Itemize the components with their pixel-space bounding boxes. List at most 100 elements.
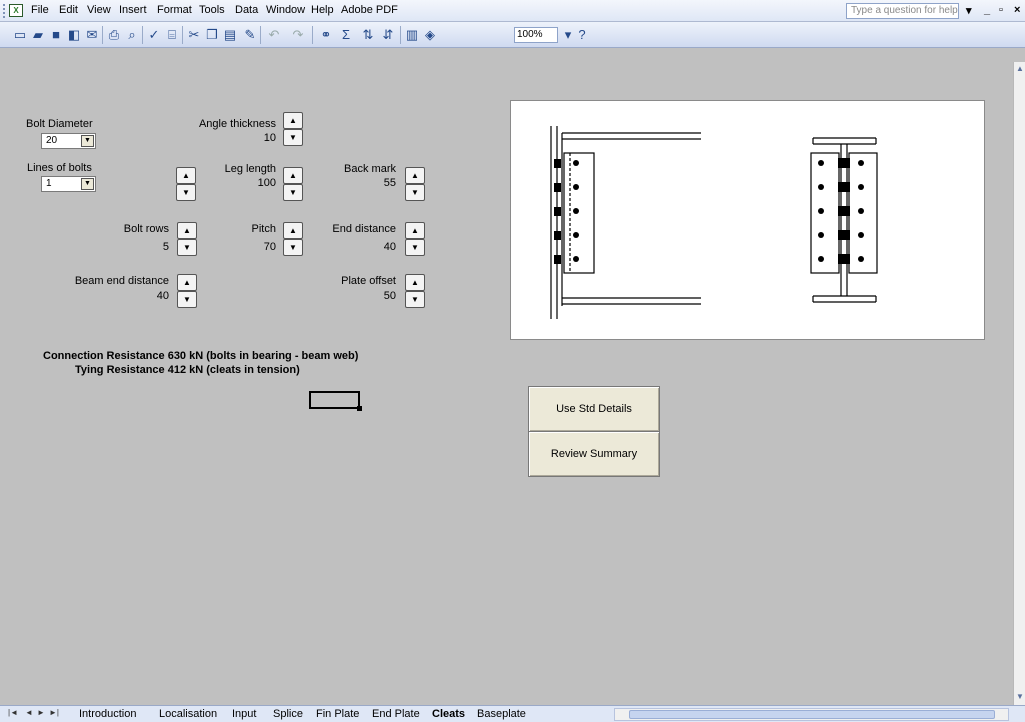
- menu-format[interactable]: Format: [157, 4, 192, 16]
- copy-icon[interactable]: ❐: [204, 27, 220, 43]
- fill-handle[interactable]: [357, 406, 362, 411]
- lines-of-bolts-spinner[interactable]: ▲ ▼: [176, 167, 196, 201]
- first-sheet-icon[interactable]: |◄: [8, 708, 18, 717]
- angle-thickness-spinner[interactable]: ▲ ▼: [283, 112, 303, 146]
- tab-localisation[interactable]: Localisation: [159, 708, 217, 720]
- spin-down-icon[interactable]: ▼: [405, 184, 425, 201]
- toolbar-separator: [182, 26, 183, 44]
- bolt-rows-spinner[interactable]: ▲ ▼: [177, 222, 197, 256]
- spin-up-icon[interactable]: ▲: [283, 222, 303, 239]
- tab-introduction[interactable]: Introduction: [79, 708, 136, 720]
- restore-icon[interactable]: ▫: [999, 4, 1003, 16]
- spin-up-icon[interactable]: ▲: [283, 167, 303, 184]
- scrollbar-thumb[interactable]: [629, 710, 995, 719]
- toolbar-separator: [260, 26, 261, 44]
- use-std-details-button[interactable]: Use Std Details: [528, 386, 660, 432]
- save-icon[interactable]: ■: [48, 27, 64, 43]
- spelling-icon[interactable]: ✓: [146, 27, 162, 43]
- spin-down-icon[interactable]: ▼: [405, 291, 425, 308]
- next-sheet-icon[interactable]: ►: [37, 708, 45, 717]
- back-mark-value: 55: [383, 177, 396, 189]
- beam-end-distance-spinner[interactable]: ▲ ▼: [177, 274, 197, 308]
- scroll-up-icon[interactable]: ▲: [1015, 64, 1025, 74]
- chevron-down-icon[interactable]: ▼: [81, 135, 94, 147]
- menu-tools[interactable]: Tools: [199, 4, 225, 16]
- leg-length-spinner[interactable]: ▲ ▼: [283, 167, 303, 201]
- menu-bar: X File Edit View Insert Format Tools Dat…: [0, 0, 1025, 22]
- help-search-input[interactable]: Type a question for help: [846, 3, 959, 19]
- menu-help[interactable]: Help: [311, 4, 334, 16]
- tab-input[interactable]: Input: [232, 708, 256, 720]
- pitch-spinner[interactable]: ▲ ▼: [283, 222, 303, 256]
- spin-up-icon[interactable]: ▲: [405, 167, 425, 184]
- last-sheet-icon[interactable]: ►|: [49, 708, 59, 717]
- autosum-icon[interactable]: Σ: [338, 27, 354, 43]
- open-folder-icon[interactable]: ▰: [30, 27, 46, 43]
- chevron-down-icon[interactable]: ▼: [81, 178, 94, 190]
- spin-down-icon[interactable]: ▼: [283, 184, 303, 201]
- prev-sheet-icon[interactable]: ◄: [25, 708, 33, 717]
- lines-of-bolts-label: Lines of bolts: [27, 162, 92, 174]
- menu-window[interactable]: Window: [266, 4, 305, 16]
- menu-file[interactable]: File: [31, 4, 49, 16]
- chart-wizard-icon[interactable]: ▥: [404, 27, 420, 43]
- redo-icon[interactable]: ↷: [290, 27, 306, 43]
- format-painter-icon[interactable]: ✎: [242, 27, 258, 43]
- spin-up-icon[interactable]: ▲: [176, 167, 196, 184]
- vertical-scrollbar[interactable]: ▲ ▼: [1013, 62, 1025, 705]
- print-icon[interactable]: ⎙: [106, 27, 122, 43]
- hyperlink-icon[interactable]: ⚭: [318, 27, 334, 43]
- close-icon[interactable]: ×: [1014, 4, 1020, 16]
- spin-up-icon[interactable]: ▲: [177, 222, 197, 239]
- menu-edit[interactable]: Edit: [59, 4, 78, 16]
- sort-descending-icon[interactable]: ⇵: [380, 27, 396, 43]
- spin-down-icon[interactable]: ▼: [283, 239, 303, 256]
- sort-ascending-icon[interactable]: ⇅: [360, 27, 376, 43]
- tab-cleats[interactable]: Cleats: [432, 708, 465, 720]
- print-preview-icon[interactable]: ⌕: [124, 27, 140, 43]
- spin-up-icon[interactable]: ▲: [283, 112, 303, 129]
- menu-data[interactable]: Data: [235, 4, 258, 16]
- spin-down-icon[interactable]: ▼: [283, 129, 303, 146]
- spin-up-icon[interactable]: ▲: [405, 274, 425, 291]
- tab-end-plate[interactable]: End Plate: [372, 708, 420, 720]
- minimize-icon[interactable]: _: [984, 4, 990, 16]
- bolt-diameter-combo[interactable]: 20 ▼: [41, 133, 96, 149]
- end-distance-label: End distance: [332, 223, 396, 235]
- plate-offset-spinner[interactable]: ▲ ▼: [405, 274, 425, 308]
- spin-down-icon[interactable]: ▼: [405, 239, 425, 256]
- excel-document-icon[interactable]: X: [9, 4, 23, 17]
- horizontal-scrollbar[interactable]: [614, 708, 1009, 721]
- angle-thickness-label: Angle thickness: [198, 118, 276, 130]
- research-icon[interactable]: ⌸: [164, 27, 180, 43]
- spin-down-icon[interactable]: ▼: [177, 291, 197, 308]
- drawing-icon[interactable]: ◈: [422, 27, 438, 43]
- spin-up-icon[interactable]: ▲: [405, 222, 425, 239]
- permission-icon[interactable]: ◧: [66, 27, 82, 43]
- back-mark-spinner[interactable]: ▲ ▼: [405, 167, 425, 201]
- spin-down-icon[interactable]: ▼: [177, 239, 197, 256]
- undo-icon[interactable]: ↶: [266, 27, 282, 43]
- menu-insert[interactable]: Insert: [119, 4, 147, 16]
- back-mark-label: Back mark: [344, 163, 396, 175]
- review-summary-button[interactable]: Review Summary: [528, 431, 660, 477]
- new-document-icon[interactable]: ▭: [12, 27, 28, 43]
- end-distance-spinner[interactable]: ▲ ▼: [405, 222, 425, 256]
- email-icon[interactable]: ✉: [84, 27, 100, 43]
- spin-down-icon[interactable]: ▼: [176, 184, 196, 201]
- menu-adobe-pdf[interactable]: Adobe PDF: [341, 4, 398, 16]
- connection-resistance-text: Connection Resistance 630 kN (bolts in b…: [43, 350, 359, 362]
- menu-view[interactable]: View: [87, 4, 111, 16]
- scroll-down-icon[interactable]: ▼: [1015, 692, 1025, 702]
- cut-icon[interactable]: ✂: [186, 27, 202, 43]
- tab-baseplate[interactable]: Baseplate: [477, 708, 526, 720]
- spin-up-icon[interactable]: ▲: [177, 274, 197, 291]
- lines-of-bolts-combo[interactable]: 1 ▼: [41, 176, 96, 192]
- tab-splice[interactable]: Splice: [273, 708, 303, 720]
- help-dropdown-icon[interactable]: ▾: [966, 4, 972, 17]
- zoom-select[interactable]: 100%: [514, 27, 558, 43]
- help-icon[interactable]: ?: [574, 27, 590, 43]
- selected-cell[interactable]: [309, 391, 362, 411]
- tab-fin-plate[interactable]: Fin Plate: [316, 708, 359, 720]
- paste-icon[interactable]: ▤: [222, 27, 238, 43]
